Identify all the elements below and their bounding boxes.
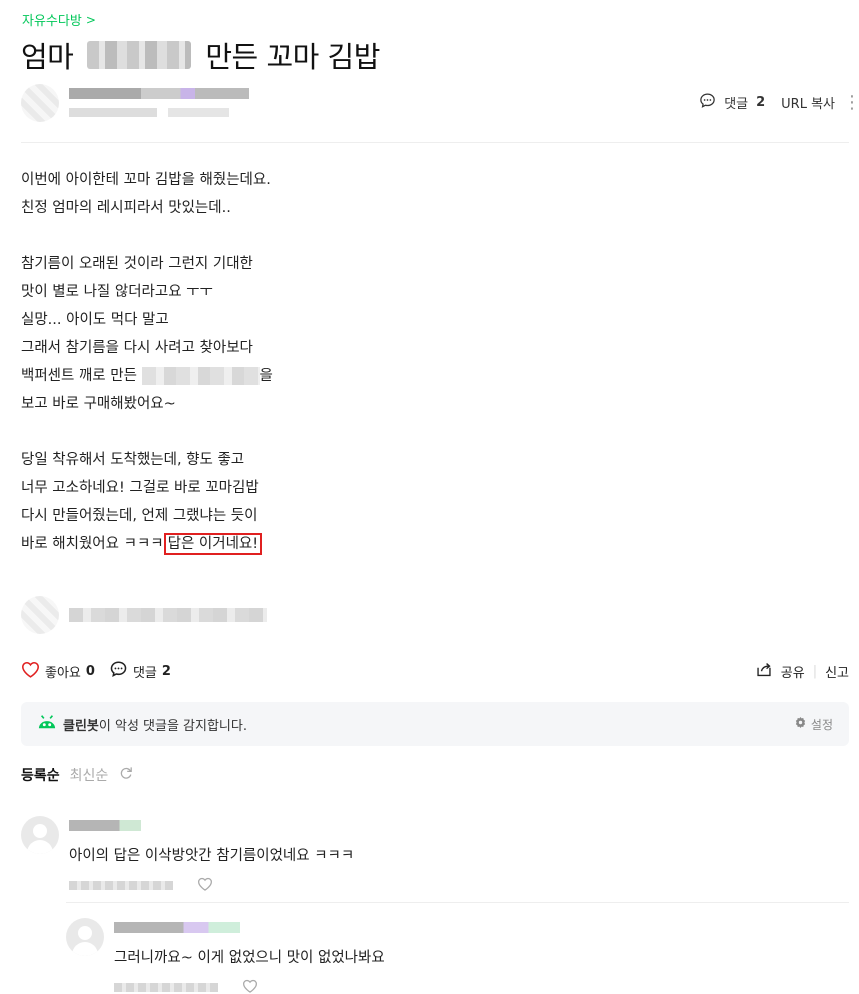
share-icon[interactable]: [755, 661, 773, 682]
cleanbot-banner: 클린봇 이 악성 댓글을 감지합니다. 설정: [21, 702, 849, 746]
settings-label[interactable]: 설정: [811, 716, 833, 733]
refresh-icon[interactable]: [118, 765, 134, 785]
comment-divider: [66, 902, 849, 903]
body-line-last: 바로 해치웠어요 ㅋㅋㅋ 답은 이거네요!: [21, 530, 273, 558]
body-line: 친정 엄마의 레시피라서 맛있는데..: [21, 200, 231, 216]
comment-author-blur[interactable]: [114, 922, 240, 933]
title-text-start: 엄마: [21, 40, 74, 74]
comment-author-blur[interactable]: [69, 820, 141, 831]
breadcrumb[interactable]: 자유수다방 >: [22, 10, 96, 30]
title-text-end: 만든 꼬마 김밥: [205, 40, 380, 74]
kebab-menu-icon[interactable]: ⋮: [843, 94, 859, 112]
comment-count: 2: [161, 663, 171, 679]
like-button[interactable]: 좋아요 0: [21, 661, 95, 682]
body-line: 다시 만들어줬는데, 언제 그랬냐는 듯이: [21, 508, 258, 524]
sort-by-registration[interactable]: 등록순: [21, 765, 60, 785]
cleanbot-icon: [37, 713, 57, 735]
author-info: [21, 84, 249, 122]
author-name-blur[interactable]: [69, 88, 249, 99]
body-line: 보고 바로 구매해봤어요~: [21, 396, 176, 412]
title-redacted-blur: [87, 41, 192, 69]
cleanbot-settings-button[interactable]: 설정: [794, 716, 833, 733]
comment-text: 그러니까요~ 이게 없었으니 맛이 없었나봐요: [114, 950, 385, 966]
comment-date-blur: [114, 983, 218, 992]
chevron-right-icon: >: [85, 12, 96, 27]
author-avatar[interactable]: [21, 84, 59, 122]
heart-icon[interactable]: [21, 661, 40, 682]
comment-item: 아이의 답은 이삭방앗간 참기름이었네요 ㅋㅋㅋ: [21, 816, 354, 895]
post-comment-count[interactable]: 2: [756, 95, 765, 110]
report-button[interactable]: 신고: [825, 662, 849, 681]
like-count: 0: [85, 663, 95, 679]
body-line: 그래서 참기름을 다시 사려고 찾아보다: [21, 340, 253, 356]
comment-bubble-icon[interactable]: [699, 92, 716, 113]
body-line-prefix: 바로 해치웠어요 ㅋㅋㅋ: [21, 536, 164, 552]
body-line: [21, 418, 273, 446]
comment-button[interactable]: 댓글 2: [109, 660, 171, 682]
page-title: 엄마 만든 꼬마 김밥: [21, 34, 380, 76]
heart-icon[interactable]: [242, 978, 258, 994]
body-line: 참기름이 오래된 것이라 그런지 기대한: [21, 256, 253, 272]
header-divider: [21, 142, 849, 143]
avatar-icon[interactable]: [21, 816, 59, 854]
body-line: 이번에 아이한테 꼬마 김밥을 해줬는데요.: [21, 172, 271, 188]
post-body: 이번에 아이한테 꼬마 김밥을 해줬는데요. 친정 엄마의 레시피라서 맛있는데…: [21, 166, 273, 558]
cleanbot-brand: 클린봇: [63, 718, 99, 734]
signature-blur: [21, 596, 267, 634]
body-line: [21, 222, 273, 250]
url-copy-button[interactable]: URL 복사: [781, 93, 835, 112]
body-line: 너무 고소하네요! 그걸로 바로 꼬마김밥: [21, 480, 259, 496]
body-line: 당일 착유해서 도착했는데, 향도 좋고: [21, 452, 245, 468]
post-actions: 좋아요 0 댓글 2 공유 | 신고: [21, 660, 849, 682]
reply-item: 그러니까요~ 이게 없었으니 맛이 없었나봐요: [66, 918, 385, 994]
avatar-icon[interactable]: [66, 918, 104, 956]
comment-text: 아이의 답은 이삭방앗간 참기름이었네요 ㅋㅋㅋ: [69, 848, 355, 864]
signature-avatar-blur: [21, 596, 59, 634]
heart-icon[interactable]: [197, 876, 213, 895]
share-button[interactable]: 공유: [781, 662, 805, 681]
body-line: 맛이 별로 나질 않더라고요 ㅜㅜ: [21, 284, 213, 300]
product-name-blur: [141, 367, 260, 385]
author-date-blur: [69, 108, 229, 117]
comment-label[interactable]: 댓글: [133, 662, 157, 681]
body-line-with-blur: 백퍼센트 깨로 만든 을: [21, 362, 273, 390]
body-line-suffix: 을: [259, 368, 273, 384]
like-label[interactable]: 좋아요: [45, 662, 81, 681]
signature-text-blur: [69, 608, 267, 622]
gear-icon[interactable]: [794, 716, 807, 732]
sort-by-latest[interactable]: 최신순: [70, 765, 109, 785]
highlighted-answer: 답은 이거네요!: [163, 533, 263, 555]
body-line-prefix: 백퍼센트 깨로 만든: [21, 368, 137, 384]
comment-date-blur: [69, 881, 173, 890]
post-comment-label[interactable]: 댓글: [724, 93, 748, 112]
body-line: 실망... 아이도 먹다 말고: [21, 312, 169, 328]
cleanbot-message: 이 악성 댓글을 감지합니다.: [98, 718, 247, 734]
breadcrumb-board[interactable]: 자유수다방: [22, 10, 82, 29]
comment-sort: 등록순 최신순: [21, 765, 134, 785]
action-separator: |: [812, 663, 818, 679]
comment-bubble-icon[interactable]: [109, 660, 128, 682]
post-meta: 댓글 2 URL 복사 ⋮: [699, 92, 859, 113]
